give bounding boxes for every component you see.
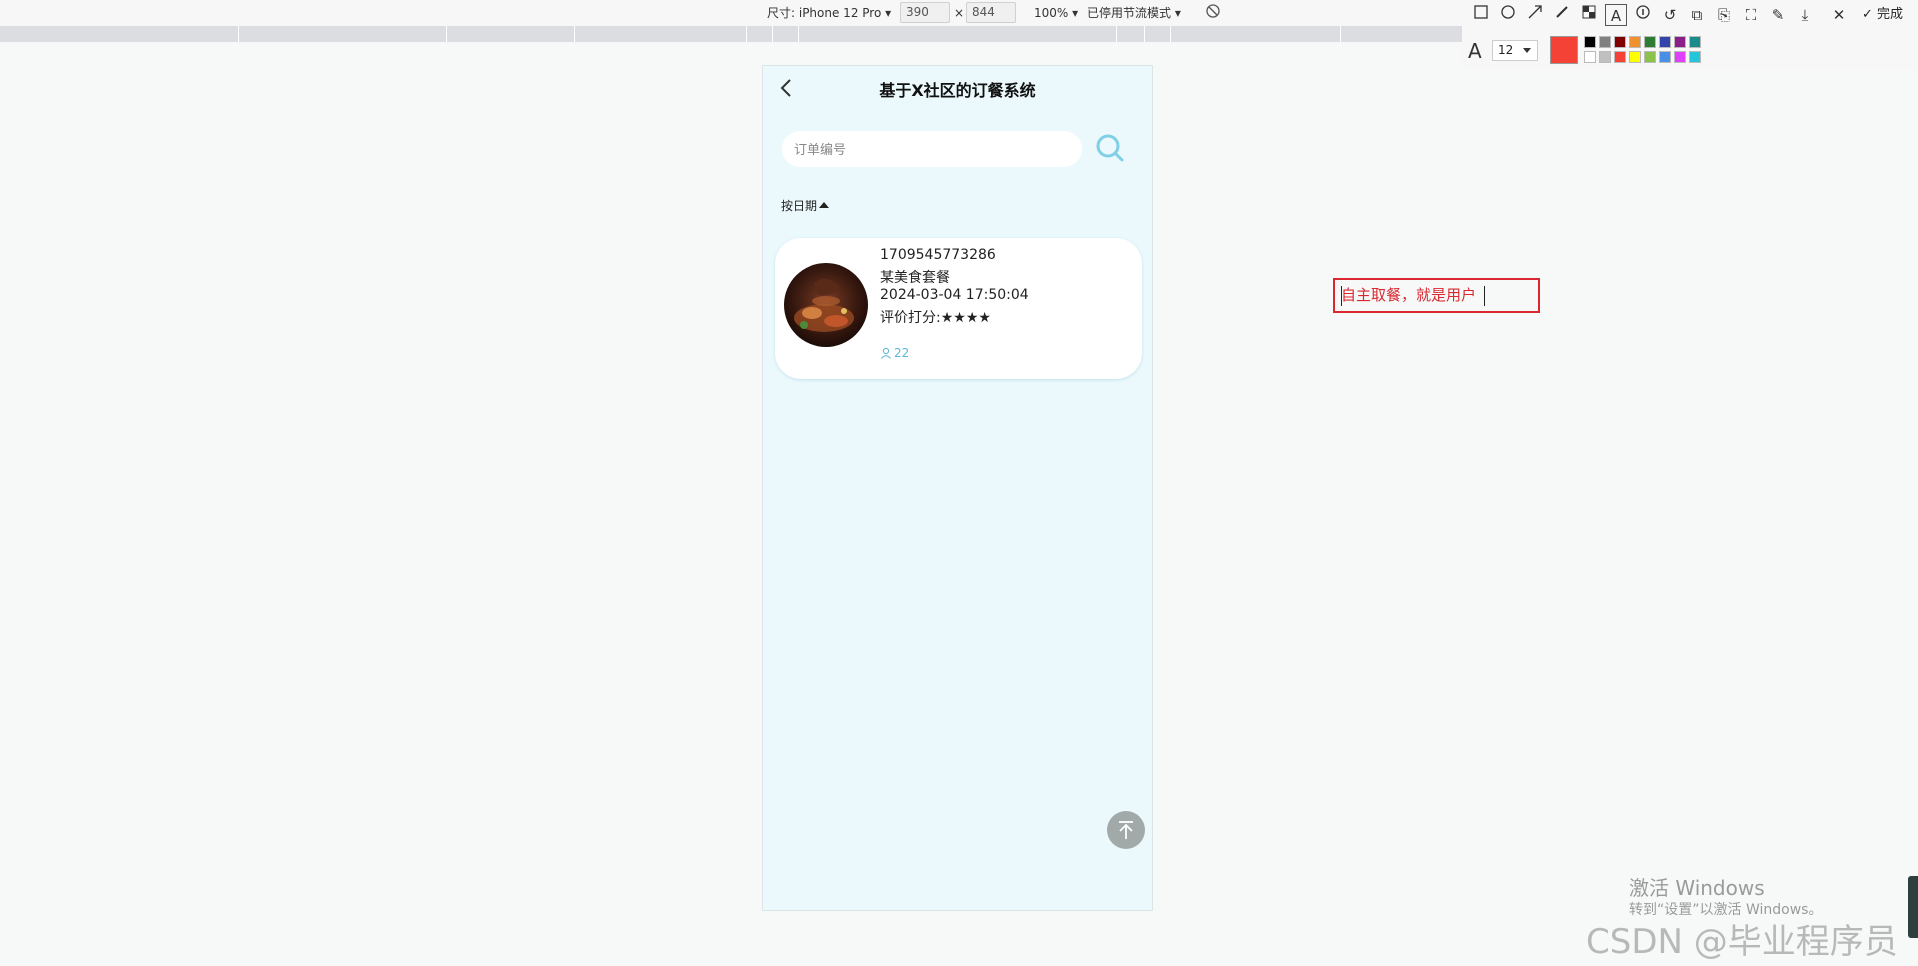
font-size-select[interactable]: 12 [1492,40,1538,61]
order-card[interactable]: 1709545773286 某美食套餐 2024-03-04 17:50:04 … [775,238,1142,379]
phone-viewport: 基于X社区的订餐系统 按日期 [762,65,1153,911]
sort-by-date-button[interactable]: 按日期 [781,197,830,214]
color-swatch[interactable] [1584,36,1596,48]
back-to-top-button[interactable] [1107,811,1145,849]
download-icon[interactable]: ⤓ [1794,4,1816,26]
color-swatch[interactable] [1599,51,1611,63]
font-size-icon: A [1468,39,1482,63]
rectangle-icon[interactable] [1470,4,1492,26]
arrow-up-icon [1119,821,1133,839]
done-label: 完成 [1877,7,1904,22]
color-swatch[interactable] [1689,51,1701,63]
dimension-separator: × [954,6,965,20]
arrow-icon[interactable] [1524,4,1546,26]
color-swatch[interactable] [1629,36,1641,48]
side-panel-handle[interactable] [1908,876,1918,938]
color-swatch[interactable] [1674,36,1686,48]
sort-up-icon [819,202,830,208]
zoom-label: 100% [1034,6,1069,20]
device-height-input[interactable]: 844 [966,2,1016,23]
mosaic-icon[interactable] [1578,4,1600,26]
csdn-watermark: CSDN @毕业程序员 [1586,922,1898,962]
color-swatch[interactable] [1659,36,1671,48]
color-swatch[interactable] [1599,36,1611,48]
screen-icon[interactable]: ⛶ [1740,4,1762,26]
color-swatch[interactable] [1614,51,1626,63]
color-swatch[interactable] [1689,36,1701,48]
view-count: 22 [880,346,909,360]
annotation-toolbar: A ↺ ⧉ ⎘ ⛶ ✎ ⤓ ✕ ✓ 完成 A 12 [1462,0,1918,70]
user-icon [881,347,891,359]
search-icon[interactable] [1094,132,1126,164]
done-button[interactable]: ✓ 完成 [1862,4,1903,26]
order-rating: 评价打分:★★★★ [880,310,991,326]
annotation-text: 自主取餐，就是用户 [1341,286,1477,304]
color-swatch[interactable] [1674,51,1686,63]
rotate-icon[interactable] [1205,3,1221,24]
page-title: 基于X社区的订餐系统 [879,81,1036,100]
order-number: 1709545773286 [880,247,996,263]
device-size-label: 尺寸: iPhone 12 Pro [767,6,882,20]
throttle-select[interactable]: 已停用节流模式 ▾ [1087,4,1181,22]
throttle-label: 已停用节流模式 [1087,6,1172,20]
device-size-select[interactable]: 尺寸: iPhone 12 Pro ▾ [767,4,891,22]
pin-icon[interactable]: ✎ [1767,4,1789,26]
view-count-value: 22 [894,346,910,360]
color-swatch[interactable] [1614,36,1626,48]
current-color-swatch[interactable] [1550,36,1578,64]
windows-activation-title: 激活 Windows [1629,876,1765,900]
text-cursor [1341,286,1342,306]
undo-icon[interactable]: ↺ [1659,4,1681,26]
device-width-input[interactable]: 390 [900,2,950,23]
color-swatch[interactable] [1644,36,1656,48]
copy-icon[interactable]: ⎘ [1713,4,1735,26]
color-swatch[interactable] [1659,51,1671,63]
crop-icon[interactable]: ⧉ [1686,4,1708,26]
color-swatch[interactable] [1584,51,1596,63]
food-image [784,263,868,347]
zoom-select[interactable]: 100% ▾ [1034,4,1078,22]
color-swatch[interactable] [1629,51,1641,63]
order-food-name: 某美食套餐 [880,270,950,286]
close-icon[interactable]: ✕ [1828,4,1850,26]
ellipse-icon[interactable] [1497,4,1519,26]
order-datetime: 2024-03-04 17:50:04 [880,287,1029,303]
annotation-text-box[interactable]: 自主取餐，就是用户 [1333,278,1540,313]
pencil-icon[interactable] [1551,4,1573,26]
text-icon[interactable]: A [1605,4,1627,26]
color-swatch[interactable] [1644,51,1656,63]
order-number-search-input[interactable] [782,131,1082,167]
sort-label: 按日期 [781,199,818,213]
text-caret [1484,286,1485,306]
number-icon[interactable] [1632,4,1654,26]
